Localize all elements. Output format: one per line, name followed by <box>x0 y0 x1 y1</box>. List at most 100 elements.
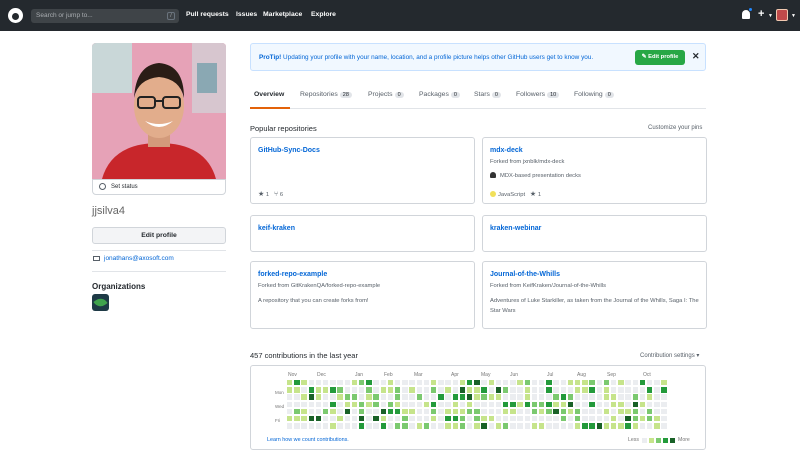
contribution-day[interactable] <box>287 387 293 393</box>
contribution-day[interactable] <box>294 408 300 415</box>
contribution-day[interactable] <box>625 416 631 422</box>
contribution-day[interactable] <box>589 387 595 393</box>
contribution-day[interactable] <box>596 380 602 386</box>
contribution-day[interactable] <box>625 401 631 407</box>
contribution-day[interactable] <box>560 380 566 386</box>
contribution-day[interactable] <box>366 380 372 386</box>
contribution-day[interactable] <box>510 401 516 407</box>
contribution-day[interactable] <box>546 394 552 400</box>
contribution-day[interactable] <box>409 401 415 407</box>
contribution-day[interactable] <box>330 423 336 429</box>
github-logo-icon[interactable] <box>8 8 23 23</box>
contribution-day[interactable] <box>618 394 624 400</box>
contribution-day[interactable] <box>359 387 365 393</box>
contribution-day[interactable] <box>481 387 487 393</box>
contribution-day[interactable] <box>575 423 581 429</box>
contribution-day[interactable] <box>524 387 530 393</box>
contribution-day[interactable] <box>452 423 458 429</box>
contribution-day[interactable] <box>294 401 300 407</box>
contribution-day[interactable] <box>445 387 451 393</box>
contribution-day[interactable] <box>445 416 451 422</box>
contribution-day[interactable] <box>553 387 559 393</box>
user-menu-avatar[interactable] <box>776 9 788 21</box>
contribution-day[interactable] <box>373 416 379 422</box>
contribution-day[interactable] <box>344 408 350 415</box>
contribution-day[interactable] <box>438 394 444 400</box>
contribution-day[interactable] <box>315 387 322 393</box>
contribution-day[interactable] <box>553 401 559 407</box>
contribution-day[interactable] <box>474 394 480 400</box>
contribution-day[interactable] <box>351 408 358 415</box>
contribution-day[interactable] <box>654 387 660 393</box>
contribution-day[interactable] <box>517 408 523 415</box>
contribution-day[interactable] <box>452 380 458 386</box>
contribution-day[interactable] <box>488 380 494 386</box>
contribution-day[interactable] <box>467 401 473 407</box>
contribution-day[interactable] <box>632 416 638 422</box>
contribution-day[interactable] <box>431 423 437 429</box>
contribution-day[interactable] <box>402 380 408 386</box>
contribution-day[interactable] <box>582 423 588 429</box>
contribution-day[interactable] <box>337 380 343 386</box>
contribution-day[interactable] <box>510 380 516 386</box>
contribution-day[interactable] <box>373 408 379 415</box>
contribution-day[interactable] <box>611 380 617 386</box>
contribution-day[interactable] <box>582 401 588 407</box>
contribution-day[interactable] <box>539 387 545 393</box>
contribution-day[interactable] <box>337 416 343 422</box>
contribution-day[interactable] <box>524 401 530 407</box>
contribution-day[interactable] <box>488 394 494 400</box>
contribution-day[interactable] <box>495 401 502 407</box>
contribution-day[interactable] <box>560 408 566 415</box>
contribution-day[interactable] <box>495 416 502 422</box>
contribution-day[interactable] <box>567 380 574 386</box>
contribution-day[interactable] <box>539 380 545 386</box>
contribution-day[interactable] <box>315 423 322 429</box>
contribution-day[interactable] <box>366 401 372 407</box>
customize-pins-link[interactable]: Customize your pins <box>648 125 702 131</box>
contribution-day[interactable] <box>402 394 408 400</box>
contribution-day[interactable] <box>323 416 329 422</box>
contribution-day[interactable] <box>315 416 322 422</box>
contribution-day[interactable] <box>531 408 538 415</box>
contribution-day[interactable] <box>481 416 487 422</box>
contribution-day[interactable] <box>582 394 588 400</box>
contribution-day[interactable] <box>517 394 523 400</box>
contribution-day[interactable] <box>531 416 538 422</box>
contribution-day[interactable] <box>402 416 408 422</box>
contribution-day[interactable] <box>546 401 552 407</box>
contribution-day[interactable] <box>395 416 401 422</box>
contribution-day[interactable] <box>495 408 502 415</box>
contribution-day[interactable] <box>495 387 502 393</box>
contribution-day[interactable] <box>603 408 610 415</box>
contribution-day[interactable] <box>625 394 631 400</box>
contribution-day[interactable] <box>416 394 422 400</box>
contribution-day[interactable] <box>503 401 509 407</box>
contribution-day[interactable] <box>611 401 617 407</box>
contribution-day[interactable] <box>474 387 480 393</box>
contribution-day[interactable] <box>553 416 559 422</box>
contribution-day[interactable] <box>366 408 372 415</box>
contribution-day[interactable] <box>611 408 617 415</box>
contribution-day[interactable] <box>654 380 660 386</box>
create-new-icon[interactable]: + <box>758 8 764 20</box>
contribution-day[interactable] <box>596 416 602 422</box>
contribution-day[interactable] <box>517 401 523 407</box>
contribution-day[interactable] <box>373 423 379 429</box>
contribution-day[interactable] <box>567 401 574 407</box>
repo-star-count[interactable]: 1 <box>266 192 269 198</box>
contribution-day[interactable] <box>517 387 523 393</box>
contribution-day[interactable] <box>380 401 386 407</box>
contribution-day[interactable] <box>503 416 509 422</box>
contribution-day[interactable] <box>639 401 646 407</box>
contribution-day[interactable] <box>531 387 538 393</box>
repo-name-link[interactable]: forked-repo-example <box>258 271 327 278</box>
contribution-day[interactable] <box>330 408 336 415</box>
contribution-day[interactable] <box>567 394 574 400</box>
contribution-day[interactable] <box>431 416 437 422</box>
contribution-day[interactable] <box>647 394 653 400</box>
contribution-day[interactable] <box>596 408 602 415</box>
contribution-day[interactable] <box>337 394 343 400</box>
contribution-day[interactable] <box>387 380 394 386</box>
contribution-day[interactable] <box>459 408 466 415</box>
